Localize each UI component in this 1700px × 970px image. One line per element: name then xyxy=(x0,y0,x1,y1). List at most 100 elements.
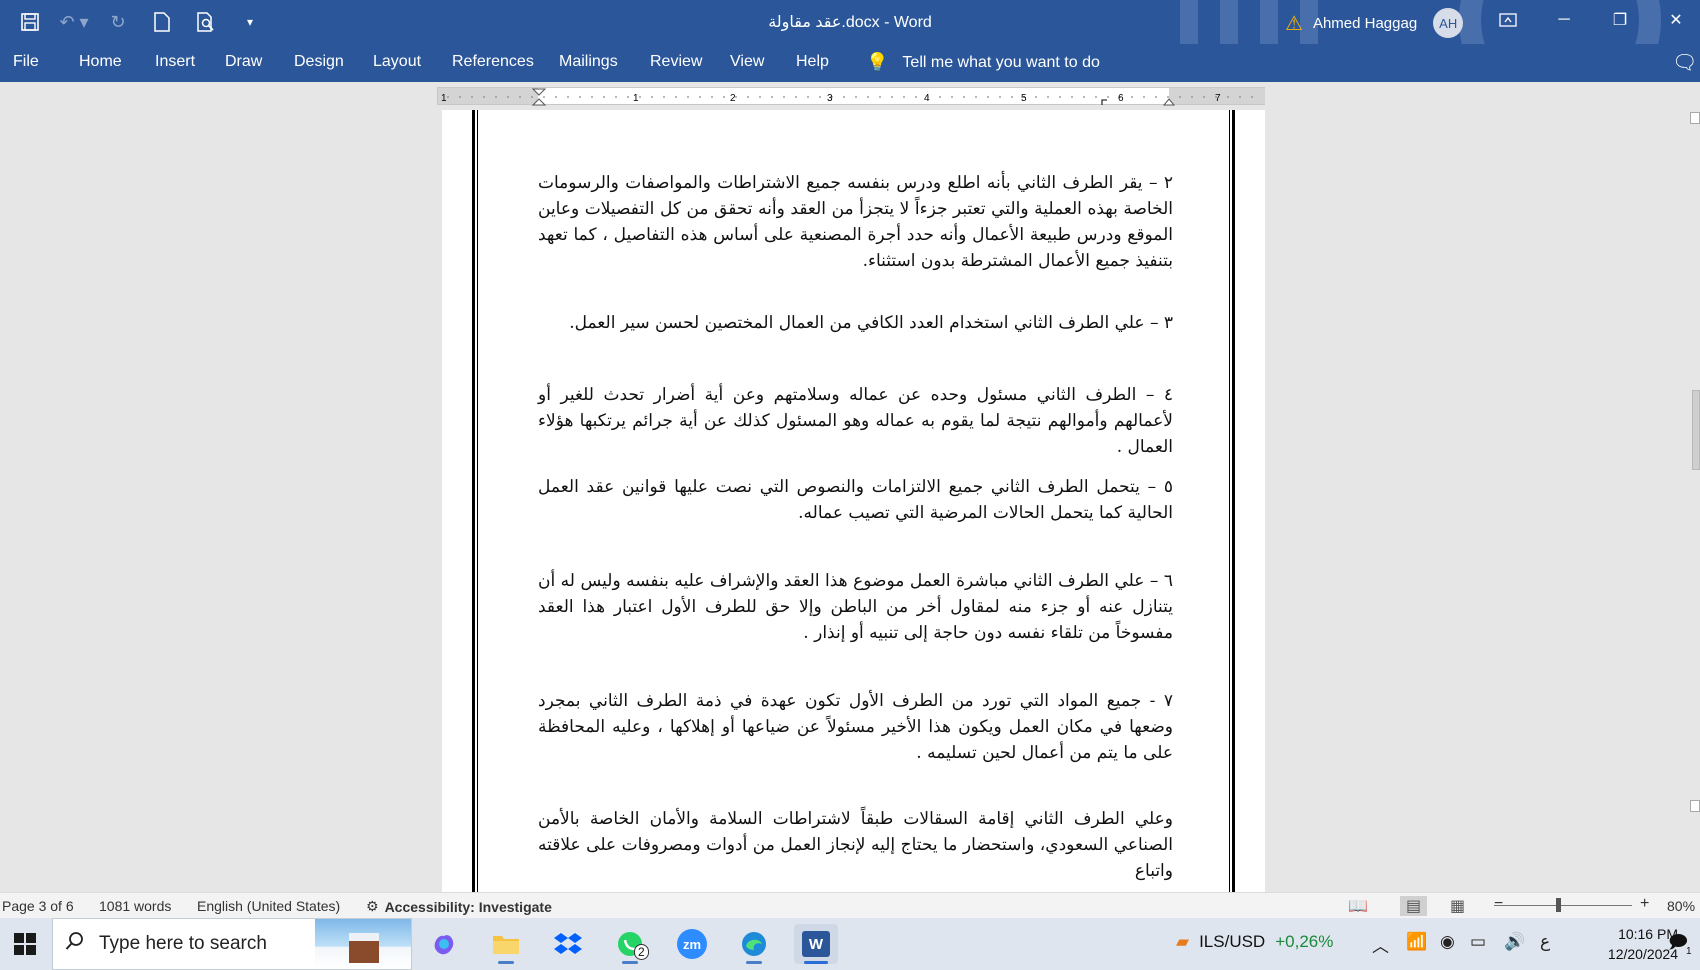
ruler-number: 1 xyxy=(441,93,447,104)
tab-view[interactable]: View xyxy=(730,53,764,71)
zoom-app-icon[interactable]: zm xyxy=(670,924,714,964)
user-name: Ahmed Haggag xyxy=(1312,14,1418,32)
ticker-icon: ▰ xyxy=(1176,932,1190,951)
read-mode-icon[interactable]: 📖 xyxy=(1348,896,1368,916)
indent-marker-left-bottom xyxy=(531,98,547,106)
battery-icon[interactable]: ▭ xyxy=(1470,932,1486,952)
whatsapp-badge: 2 xyxy=(634,944,649,960)
page-border-right xyxy=(1229,110,1235,892)
language-status[interactable]: English (United States) xyxy=(197,898,340,914)
redo-icon[interactable]: ↻ xyxy=(98,8,138,36)
zoom-slider-track[interactable] xyxy=(1494,905,1632,906)
warning-icon[interactable]: ⚠ xyxy=(1285,11,1303,36)
ruler-number: 4 xyxy=(924,93,930,104)
word-count[interactable]: 1081 words xyxy=(99,898,171,914)
ribbon-display-icon[interactable] xyxy=(1480,0,1536,40)
document-workspace[interactable]: 1 1 2 3 4 5 6 7 ٢ – يقر الطرف الثاني بأن… xyxy=(0,82,1700,892)
notification-count: 1 xyxy=(1686,946,1692,957)
zoom-out-button[interactable]: − xyxy=(1494,895,1503,913)
ruler-number: 6 xyxy=(1118,93,1124,104)
quick-access-toolbar: ↶ ▾ ↻ ▾ xyxy=(10,8,270,36)
lightbulb-icon: 💡 xyxy=(866,52,889,72)
clock-date: 12/20/2024 xyxy=(1607,946,1678,962)
zoom-slider-thumb[interactable] xyxy=(1556,898,1561,912)
ruler-number: 2 xyxy=(730,93,736,104)
zoom-in-button[interactable]: + xyxy=(1640,895,1649,913)
location-icon[interactable]: ◉ xyxy=(1440,932,1455,952)
input-language[interactable]: ع xyxy=(1540,932,1550,952)
tab-home[interactable]: Home xyxy=(79,53,122,71)
network-icon[interactable]: 📶 xyxy=(1406,932,1427,952)
status-bar: Page 3 of 6 1081 words English (United S… xyxy=(0,892,1700,918)
tab-references[interactable]: References xyxy=(452,53,534,71)
tab-mailings[interactable]: Mailings xyxy=(559,53,618,71)
stock-ticker-widget[interactable]: ▰ ILS/USD +0,26% xyxy=(1176,932,1333,952)
ruler-number: 1 xyxy=(633,93,639,104)
horizontal-ruler[interactable]: 1 1 2 3 4 5 6 7 xyxy=(437,87,1265,106)
comments-icon[interactable]: 🗨 xyxy=(1672,50,1697,75)
document-page[interactable]: ٢ – يقر الطرف الثاني بأنه اطلع ودرس بنفس… xyxy=(442,110,1265,892)
customize-qat-icon[interactable]: ▾ xyxy=(230,8,270,36)
tell-me-search[interactable]: 💡 Tell me what you want to do xyxy=(866,52,1100,73)
search-icon xyxy=(65,931,85,957)
ruler-number: 3 xyxy=(827,93,833,104)
close-icon[interactable]: ✕ xyxy=(1648,0,1700,40)
notifications-icon[interactable]: 🗩 xyxy=(1668,930,1688,960)
ribbon-tabs: File Home Insert Draw Design Layout Refe… xyxy=(0,44,1700,82)
print-layout-icon[interactable]: ▤ xyxy=(1400,896,1428,916)
new-document-icon[interactable] xyxy=(142,8,182,36)
page-count[interactable]: Page 3 of 6 xyxy=(2,898,74,914)
file-explorer-icon[interactable] xyxy=(484,924,528,964)
tab-design[interactable]: Design xyxy=(294,53,344,71)
word-taskbar-icon[interactable]: W xyxy=(794,924,838,964)
scroll-up-icon[interactable] xyxy=(1690,112,1700,124)
restore-icon[interactable]: ❐ xyxy=(1592,0,1648,40)
indent-marker-left xyxy=(531,88,547,96)
whatsapp-icon[interactable]: 2 xyxy=(608,924,652,964)
zoom-app-label: zm xyxy=(677,929,707,959)
system-clock[interactable]: 10:16 PM 12/20/2024 xyxy=(1592,924,1678,964)
paragraph-clause-7[interactable]: ٧ - جميع المواد التي تورد من الطرف الأول… xyxy=(538,688,1173,766)
paragraph-clause-6[interactable]: ٦ – علي الطرف الثاني مباشرة العمل موضوع … xyxy=(538,568,1173,646)
ticker-pair: ILS/USD xyxy=(1199,932,1266,951)
tab-layout[interactable]: Layout xyxy=(373,53,421,71)
dropbox-icon[interactable] xyxy=(546,924,590,964)
scrollbar-thumb[interactable] xyxy=(1692,390,1700,470)
tab-help[interactable]: Help xyxy=(796,53,829,71)
paragraph-clause-2[interactable]: ٢ – يقر الطرف الثاني بأنه اطلع ودرس بنفس… xyxy=(538,170,1173,274)
print-preview-icon[interactable] xyxy=(186,8,226,36)
volume-icon[interactable]: 🔊 xyxy=(1504,932,1525,952)
user-account[interactable]: ⚠ Ahmed Haggag AH xyxy=(1285,8,1464,38)
paragraph-clause-4[interactable]: ٤ – الطرف الثاني مسئول وحده عن عماله وسل… xyxy=(538,382,1173,460)
scroll-down-icon[interactable] xyxy=(1690,800,1700,812)
save-icon[interactable] xyxy=(10,8,50,36)
tab-insert[interactable]: Insert xyxy=(155,53,195,71)
windows-taskbar: Type here to search 2 zm W ▰ ILS/USD +0,… xyxy=(0,918,1700,970)
tab-draw[interactable]: Draw xyxy=(225,53,262,71)
web-layout-icon[interactable]: ▦ xyxy=(1450,896,1465,916)
accessibility-status[interactable]: ⚙ Accessibility: Investigate xyxy=(366,898,552,915)
taskbar-search-box[interactable]: Type here to search xyxy=(52,918,412,970)
undo-icon[interactable]: ↶ ▾ xyxy=(54,8,94,36)
copilot-icon[interactable] xyxy=(422,924,466,964)
tab-file[interactable]: File xyxy=(13,53,39,71)
paragraph-clause-3[interactable]: ٣ – علي الطرف الثاني استخدام العدد الكاف… xyxy=(538,310,1173,336)
word-app-label: W xyxy=(802,931,830,957)
edge-icon[interactable] xyxy=(732,924,776,964)
paragraph-scaffolding[interactable]: وعلي الطرف الثاني إقامة السقالات طبقاً ل… xyxy=(538,806,1173,884)
ruler-ticks: 1 1 2 3 4 5 6 7 xyxy=(441,88,1253,106)
zoom-level[interactable]: 80% xyxy=(1667,898,1695,914)
ruler-number: 7 xyxy=(1215,93,1221,104)
avatar[interactable]: AH xyxy=(1433,8,1464,38)
minimize-icon[interactable]: ─ xyxy=(1536,0,1592,40)
tab-stop-marker xyxy=(1101,99,1107,105)
paragraph-clause-5[interactable]: ٥ – يتحمل الطرف الثاني جميع الالتزامات و… xyxy=(538,474,1173,526)
tab-review[interactable]: Review xyxy=(650,53,702,71)
vertical-scrollbar[interactable] xyxy=(1690,112,1700,812)
title-bar: ↶ ▾ ↻ ▾ عقد مقاولة.docx - Word ⚠ Ahmed H… xyxy=(0,0,1700,44)
search-highlight-image xyxy=(315,919,411,969)
ruler-number: 5 xyxy=(1021,93,1027,104)
windows-start-icon[interactable] xyxy=(0,918,50,970)
indent-marker-right xyxy=(1162,98,1176,106)
show-hidden-icons-icon[interactable]: ︿ xyxy=(1372,932,1389,957)
